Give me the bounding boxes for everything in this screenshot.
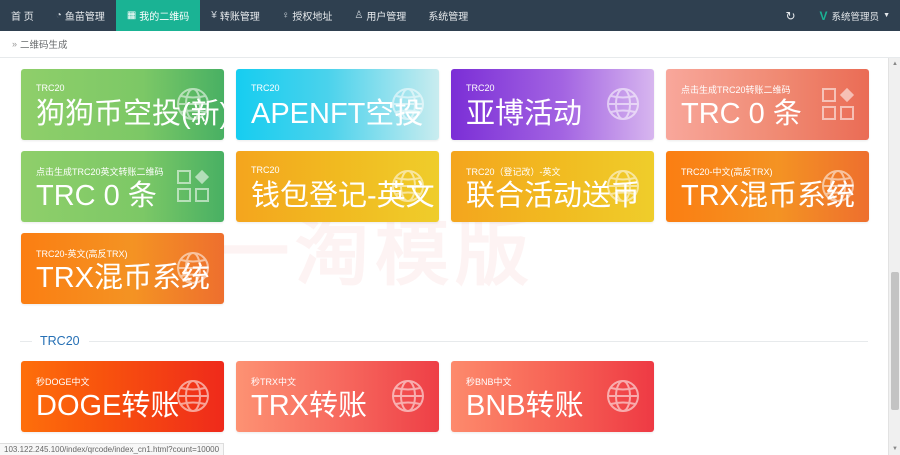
nav-home[interactable]: 首 页	[0, 0, 45, 31]
nav-label: 我的二维码	[139, 12, 190, 23]
card-subtitle: TRC20-英文(高反TRX)	[36, 249, 128, 259]
globe-icon	[607, 380, 639, 412]
status-bar-url: 103.122.245.100/index/qrcode/index_cn1.h…	[0, 443, 225, 455]
nav-transfer-management[interactable]: ¥ 转账管理	[200, 0, 271, 31]
qrcode-card[interactable]: TRC20-英文(高反TRX) TRX混币系统	[21, 233, 224, 304]
globe-icon	[607, 170, 639, 202]
qrcode-card[interactable]: 点击生成TRC20英文转账二维码 TRC 0 条	[21, 151, 224, 222]
globe-icon	[822, 170, 854, 202]
globe-icon	[177, 252, 209, 284]
user-icon: ♙	[354, 10, 364, 21]
qrcode-icon	[177, 169, 210, 202]
card-subtitle: TRC20（登记改）-英文	[466, 167, 561, 177]
card-subtitle: TRC20	[251, 83, 280, 93]
main-content: 一淘模版 TRC20 TRC20 狗狗币空投(新) TRC20 APENFT空投 TRC…	[0, 58, 888, 455]
nav-label: 转账管理	[219, 12, 260, 23]
card-title: TRC 0 条	[681, 98, 802, 130]
globe-icon	[607, 88, 639, 120]
card-subtitle: 秒BNB中文	[466, 377, 512, 387]
globe-icon	[392, 170, 424, 202]
nav-user-management[interactable]: ♙ 用户管理	[343, 0, 417, 31]
nav-system-management[interactable]: 系统管理	[417, 0, 479, 31]
card-title: BNB转账	[466, 390, 584, 422]
vertical-scrollbar[interactable]: ▲ ▼	[888, 58, 900, 455]
qrcode-card[interactable]: 秒TRX中文 TRX转账	[236, 361, 439, 432]
nav-label: 鱼苗管理	[64, 12, 105, 23]
card-subtitle: TRC20	[251, 165, 280, 175]
card-subtitle: TRC20	[36, 83, 65, 93]
user-name: 系统管理员	[831, 11, 880, 23]
scroll-down-arrow-icon[interactable]: ▼	[889, 443, 900, 455]
nav-fry-management[interactable]: ◔ 鱼苗管理	[45, 0, 116, 31]
divider-line	[20, 340, 32, 342]
brand-logo-icon: V	[819, 8, 828, 23]
qrcode-card[interactable]: TRC20 钱包登记-英文	[236, 151, 439, 222]
refresh-icon[interactable]: ↻	[776, 9, 806, 23]
card-title: TRX转账	[251, 390, 368, 422]
nav-label: 首 页	[11, 12, 34, 23]
qrcode-card[interactable]: 秒DOGE中文 DOGE转账	[21, 361, 224, 432]
qrcode-card[interactable]: TRC20 APENFT空投	[236, 69, 439, 140]
top-navbar: 首 页 ◔ 鱼苗管理 ▦ 我的二维码 ¥ 转账管理 ♀ 授权地址 ♙ 用户管理 系统管理 …	[0, 0, 900, 31]
caret-down-icon: ▼	[883, 12, 890, 19]
breadcrumb-current[interactable]: 二维码生成	[20, 37, 68, 51]
qrcode-card[interactable]: TRC20 狗狗币空投(新)	[21, 69, 224, 140]
breadcrumb: » 二维码生成	[0, 31, 900, 58]
globe-icon	[177, 380, 209, 412]
card-subtitle: 秒DOGE中文	[36, 377, 90, 387]
nav-label: 授权地址	[292, 12, 333, 23]
qrcode-card[interactable]: 秒BNB中文 BNB转账	[451, 361, 654, 432]
double-chevron-icon[interactable]: »	[12, 39, 17, 49]
user-menu[interactable]: V 系统管理员 ▼	[806, 0, 900, 31]
globe-icon	[177, 88, 209, 120]
nav-label: 用户管理	[366, 12, 407, 23]
nav-authorized-addresses[interactable]: ♀ 授权地址	[271, 0, 344, 31]
nav-right: ↻ V 系统管理员 ▼	[776, 0, 900, 31]
globe-icon	[392, 88, 424, 120]
qrcode-card[interactable]: TRC20-中文(高反TRX) TRX混币系统	[666, 151, 869, 222]
card-subtitle: 点击生成TRC20英文转账二维码	[36, 167, 164, 177]
card-subtitle: 点击生成TRC20转账二维码	[681, 85, 791, 95]
qrcode-icon	[822, 87, 855, 120]
scroll-up-arrow-icon[interactable]: ▲	[889, 58, 900, 70]
card-subtitle: TRC20	[466, 83, 495, 93]
divider-line	[88, 340, 868, 342]
section-title: TRC20	[40, 334, 80, 348]
qrcode-icon: ▦	[126, 10, 137, 21]
dashboard-icon: ◔	[55, 10, 62, 21]
bulb-icon: ♀	[281, 10, 290, 21]
qrcode-card[interactable]: 点击生成TRC20转账二维码 TRC 0 条	[666, 69, 869, 140]
nav-label: 系统管理	[428, 12, 469, 23]
card-title: DOGE转账	[36, 390, 180, 422]
nav-my-qrcode[interactable]: ▦ 我的二维码	[115, 0, 201, 31]
qrcode-card[interactable]: TRC20 亚博活动	[451, 69, 654, 140]
scrollbar-thumb[interactable]	[891, 272, 899, 410]
card-subtitle: 秒TRX中文	[251, 377, 297, 387]
card-title: TRC 0 条	[36, 180, 157, 212]
yen-icon: ¥	[211, 10, 217, 21]
globe-icon	[392, 380, 424, 412]
section-divider: TRC20	[20, 334, 868, 348]
card-title: 亚博活动	[466, 98, 583, 130]
card-subtitle: TRC20-中文(高反TRX)	[681, 167, 773, 177]
qrcode-card[interactable]: TRC20（登记改）-英文 联合活动送币	[451, 151, 654, 222]
